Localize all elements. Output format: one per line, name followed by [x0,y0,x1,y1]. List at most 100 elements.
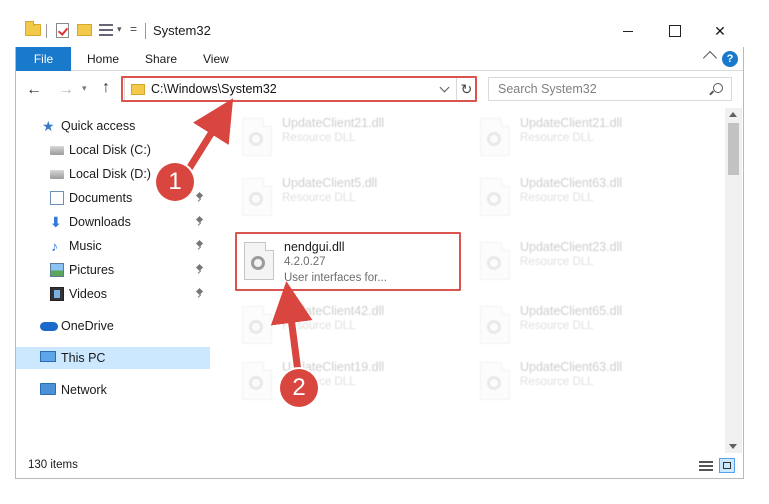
sidebar-item-music[interactable]: ♪ Music [16,235,210,257]
properties-check-icon[interactable] [56,23,69,38]
navigation-pane: ★ Quick access Local Disk (C:) Local Dis… [16,108,210,453]
search-placeholder: Search System32 [498,82,597,96]
file-name: UpdateClient21.dll [282,116,385,130]
vertical-scrollbar[interactable] [725,108,742,453]
file-type: Resource DLL [282,132,356,144]
divider [145,23,146,39]
search-icon[interactable] [713,83,723,93]
dll-file-icon [480,118,510,156]
divider [46,24,47,38]
tab-share[interactable]: Share [145,47,177,71]
sidebar-item-label: Quick access [61,119,136,133]
computer-icon [40,351,56,362]
file-tile[interactable]: UpdateClient5.dll Resource DLL [234,170,464,228]
dll-file-icon [480,362,510,400]
sidebar-item-label: OneDrive [61,319,114,333]
file-type: Resource DLL [282,192,356,204]
tab-home[interactable]: Home [87,47,119,71]
file-tile[interactable]: UpdateClient23.dll Resource DLL [472,234,702,292]
maximize-button[interactable] [651,15,697,47]
pin-icon[interactable] [196,265,203,274]
network-icon [40,383,56,395]
help-icon[interactable]: ? [722,51,738,67]
item-count: 130 items [28,459,78,471]
step-1-callout: 1 [156,163,194,201]
star-icon: ★ [42,118,55,134]
pin-icon[interactable] [196,193,203,202]
sidebar-item-pictures[interactable]: Pictures [16,259,210,281]
pin-icon[interactable] [196,289,203,298]
tab-file[interactable]: File [16,47,71,71]
up-arrow-icon[interactable]: ↑ [102,79,110,97]
file-tile[interactable]: UpdateClient42.dll Resource DLL [234,298,464,356]
ribbon-tabs: File Home Share View ? [16,47,743,71]
file-name: UpdateClient63.dll [520,360,623,374]
file-name: UpdateClient23.dll [520,240,623,254]
scroll-down-icon[interactable] [729,444,737,449]
cloud-icon [40,322,58,331]
sidebar-item-videos[interactable]: Videos [16,283,210,305]
details-view-icon[interactable] [699,460,713,472]
sidebar-item-label: Local Disk (C:) [69,143,151,157]
title-bar: ▾ = System32 ✕ [15,15,744,47]
sidebar-item-label: Downloads [69,215,131,229]
file-name: UpdateClient21.dll [520,116,623,130]
status-bar: 130 items [16,454,743,478]
sidebar-item-this-pc[interactable]: This PC [16,347,210,369]
pin-icon[interactable] [196,241,203,250]
step-2-callout: 2 [280,369,318,407]
sidebar-item-network[interactable]: Network [16,379,210,401]
dll-file-icon [480,178,510,216]
file-name: UpdateClient42.dll [282,304,385,318]
back-arrow-icon[interactable]: ← [26,81,42,99]
file-type: Resource DLL [520,320,594,332]
forward-arrow-icon[interactable]: → [58,81,74,99]
new-folder-icon[interactable] [77,24,92,36]
file-tile[interactable]: UpdateClient21.dll Resource DLL [472,110,702,168]
file-type: Resource DLL [520,132,594,144]
close-button[interactable]: ✕ [697,15,743,47]
videos-icon [50,287,64,301]
drive-icon [50,170,64,179]
file-type: Resource DLL [282,320,356,332]
scroll-up-icon[interactable] [729,112,737,117]
screenshot-stage: ▾ = System32 ✕ File Home Share View ? ← … [0,0,769,504]
list-properties-icon[interactable] [99,23,113,37]
sidebar-item-label: Local Disk (D:) [69,167,151,181]
file-tile[interactable]: UpdateClient63.dll Resource DLL [472,354,702,412]
file-tile[interactable]: UpdateClient21.dll Resource DLL [234,110,464,168]
sidebar-item-label: Music [69,239,102,253]
file-tile[interactable]: UpdateClient19.dll Resource DLL [234,354,464,412]
dll-file-icon [242,306,272,344]
folder-icon [25,21,41,36]
tab-view[interactable]: View [203,47,229,71]
sidebar-item-label: Documents [69,191,133,205]
tiles-view-icon[interactable] [719,458,735,473]
sidebar-item-onedrive[interactable]: OneDrive [16,315,210,337]
window-title: System32 [153,23,211,38]
scroll-thumb[interactable] [728,123,739,175]
sidebar-item-quick-access[interactable]: ★ Quick access [16,115,210,137]
recent-locations-chevron-icon[interactable]: ▾ [82,83,87,94]
pin-icon[interactable] [196,217,203,226]
chevron-down-icon[interactable]: ▾ [117,24,122,35]
dll-file-icon [242,118,272,156]
file-name: UpdateClient5.dll [282,176,378,190]
music-icon: ♪ [51,238,58,254]
file-type: Resource DLL [520,376,594,388]
minimize-button[interactable] [605,15,651,47]
sidebar-item-label: Videos [69,287,107,301]
sidebar-item-local-disk-c[interactable]: Local Disk (C:) [16,139,210,161]
file-tile[interactable]: UpdateClient65.dll Resource DLL [472,298,702,356]
file-name: UpdateClient65.dll [520,304,623,318]
file-type: Resource DLL [520,192,594,204]
file-type: Resource DLL [520,256,594,268]
file-tile[interactable]: UpdateClient63.dll Resource DLL [472,170,702,228]
documents-icon [50,191,64,205]
sidebar-item-label: Pictures [69,263,115,277]
search-input[interactable]: Search System32 [488,77,732,101]
sidebar-item-downloads[interactable]: ⬇ Downloads [16,211,210,233]
pictures-icon [50,263,64,277]
expand-ribbon-icon[interactable] [702,50,718,66]
customize-toolbar-icon[interactable]: = [130,22,137,36]
